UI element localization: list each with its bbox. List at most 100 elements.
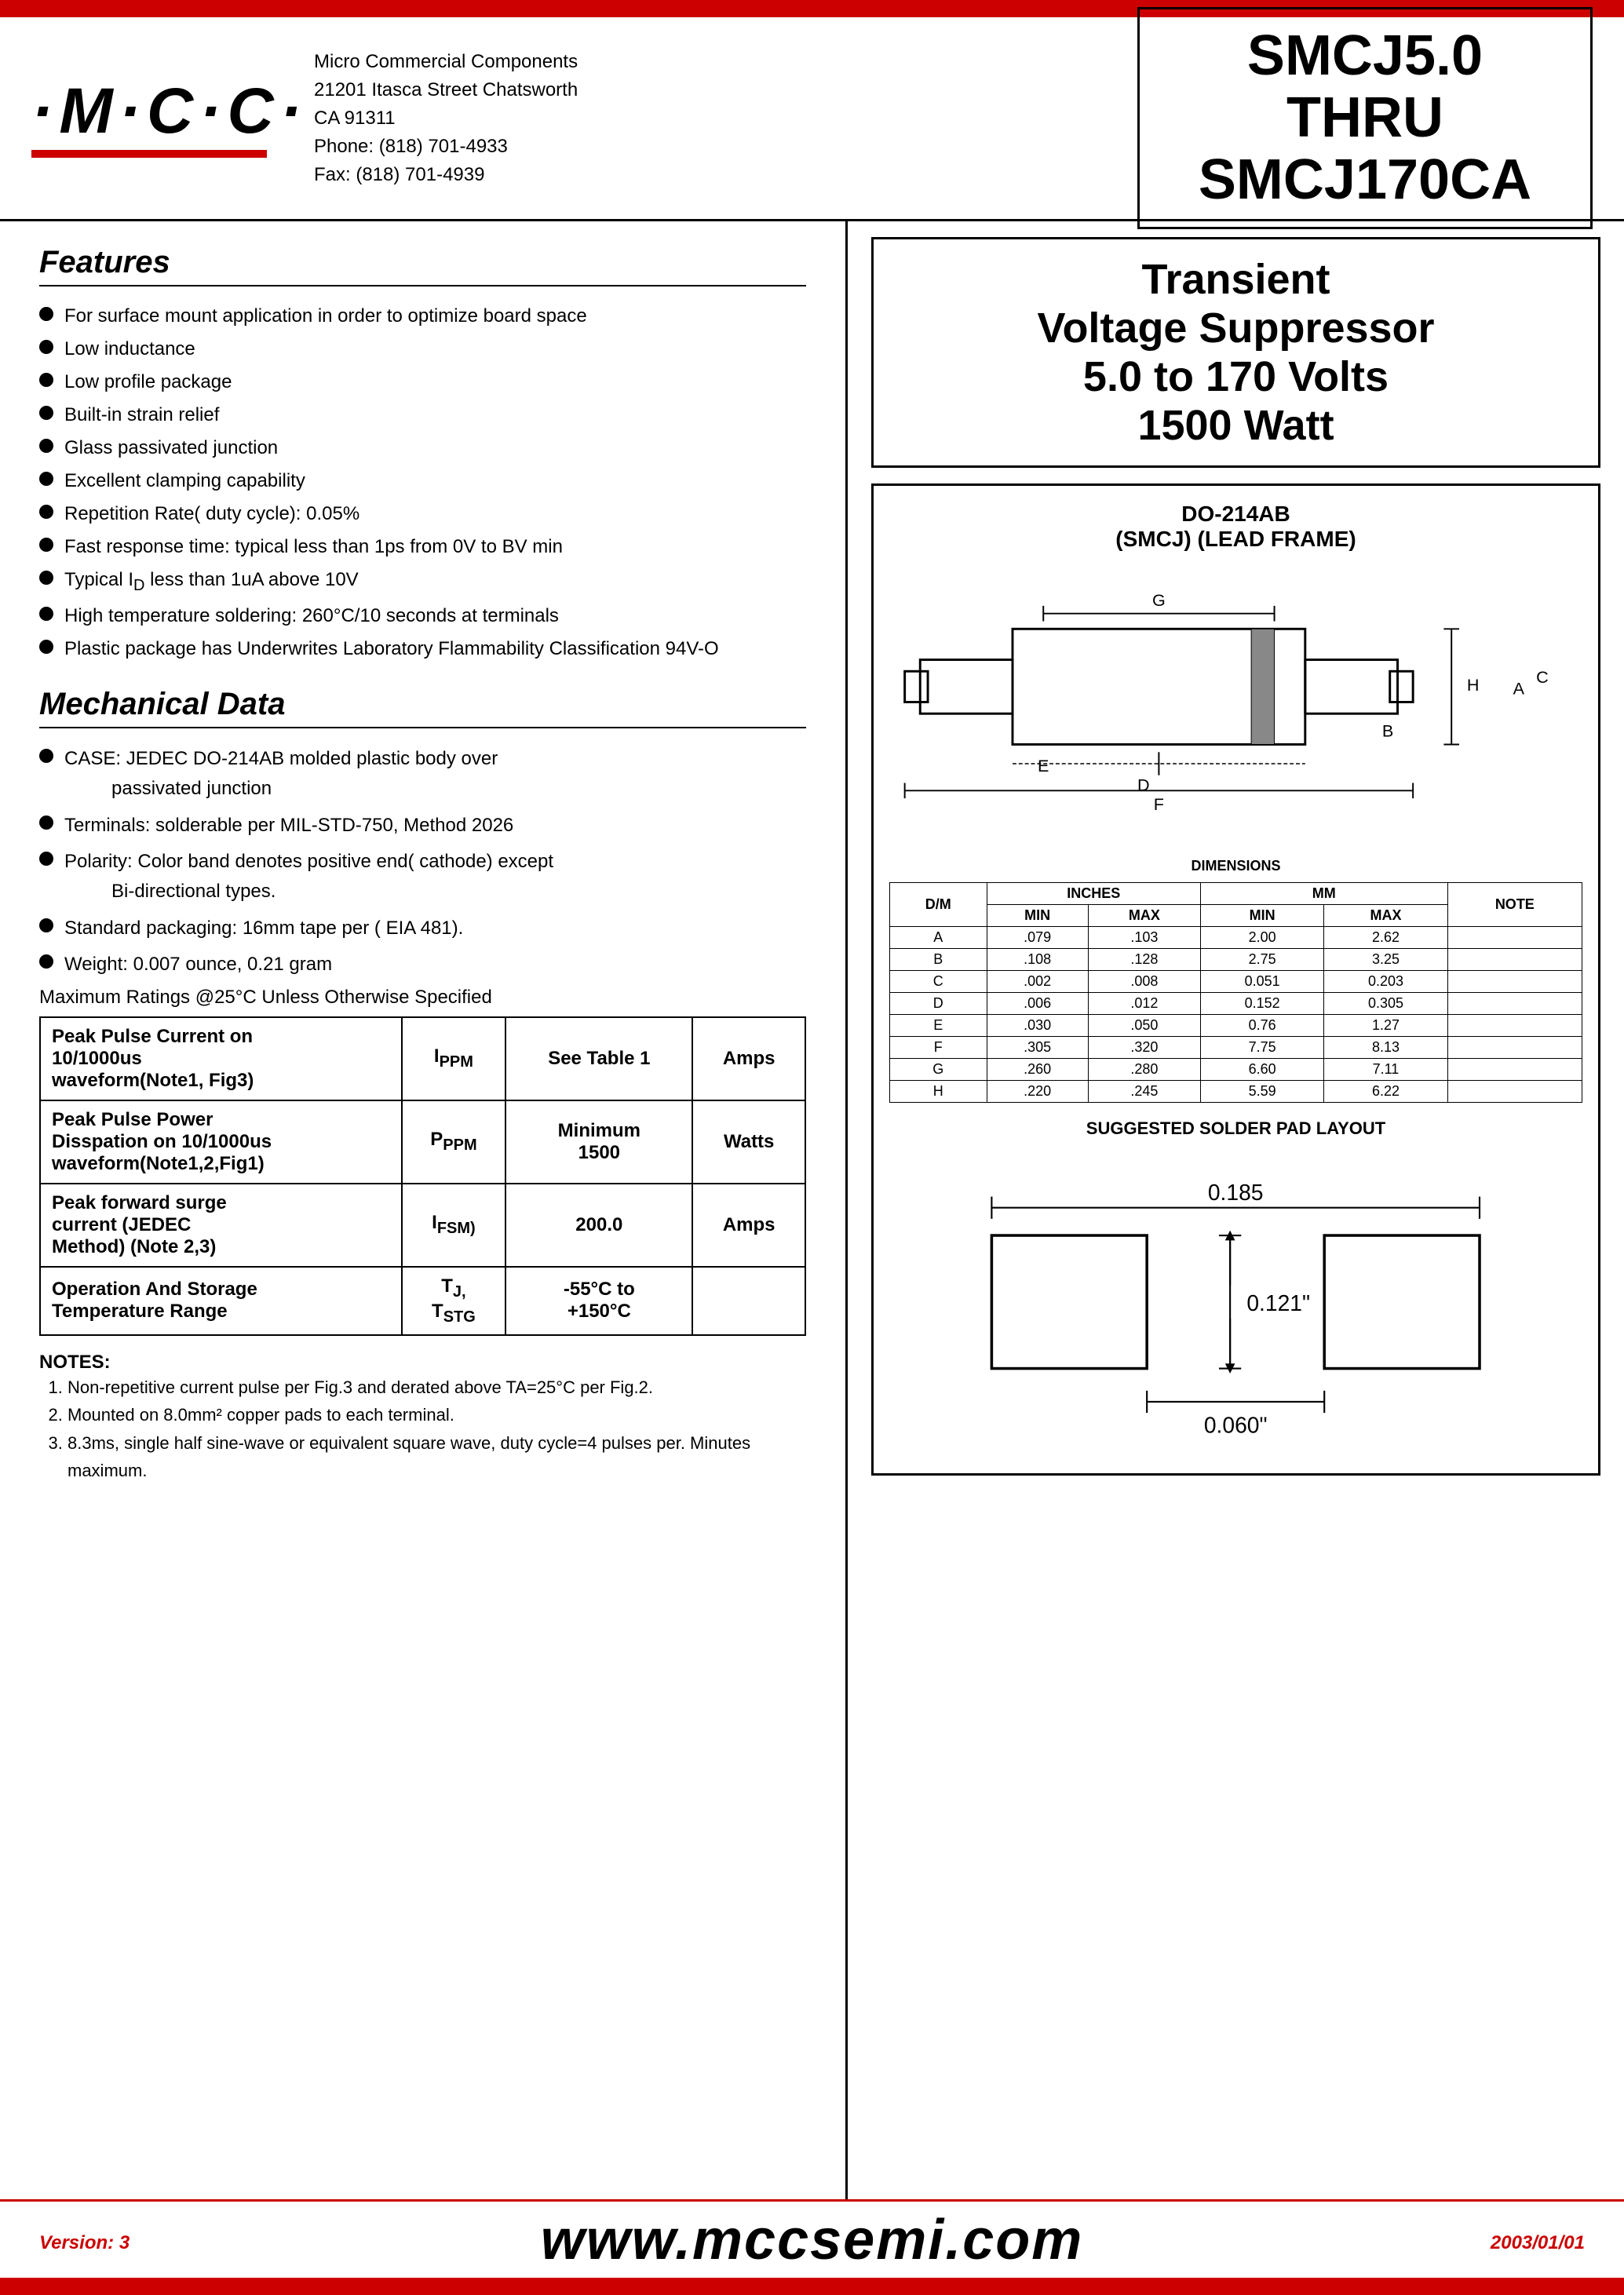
list-item: Low inductance [39,335,806,363]
table-cell: Amps [692,1184,805,1267]
table-cell: .079 [987,927,1088,949]
svg-text:0.185: 0.185 [1208,1180,1264,1205]
version-value: 3 [119,2232,130,2253]
bottom-red-bar [0,2278,1624,2295]
table-cell: 0.152 [1200,993,1323,1015]
svg-text:E: E [1038,756,1049,775]
table-cell: .002 [987,971,1088,993]
svg-text:B: B [1382,721,1393,741]
svg-text:A: A [1513,679,1525,699]
table-cell: D [890,993,987,1015]
company-fax: Fax: (818) 701-4939 [314,161,578,189]
bullet-icon [39,640,53,654]
table-header: MIN [987,905,1088,927]
transient-line4: 1500 Watt [897,401,1575,450]
list-item: High temperature soldering: 260°C/10 sec… [39,602,806,630]
bullet-icon [39,373,53,387]
table-cell [1447,949,1582,971]
list-item: Fast response time: typical less than 1p… [39,533,806,561]
table-cell: .108 [987,949,1088,971]
svg-text:F: F [1154,794,1164,814]
table-cell: 2.75 [1200,949,1323,971]
bullet-icon [39,607,53,621]
table-row: E .030 .050 0.76 1.27 [890,1015,1582,1037]
table-cell: -55°C to+150°C [505,1267,692,1336]
table-cell: PPPM [402,1100,506,1184]
solder-section: SUGGESTED SOLDER PAD LAYOUT 0.185 [889,1118,1582,1458]
table-cell: 0.203 [1324,971,1447,993]
table-cell: .050 [1088,1015,1200,1037]
list-item: Built-in strain relief [39,401,806,429]
transient-line3: 5.0 to 170 Volts [897,352,1575,401]
table-cell: 0.76 [1200,1015,1323,1037]
table-cell: TJ,TSTG [402,1267,506,1336]
transient-line2: Voltage Suppressor [897,304,1575,352]
list-item: Weight: 0.007 ounce, 0.21 gram [39,950,806,980]
table-cell: 7.75 [1200,1037,1323,1059]
table-cell: F [890,1037,987,1059]
table-row: B .108 .128 2.75 3.25 [890,949,1582,971]
table-cell: 1.27 [1324,1015,1447,1037]
table-cell: 6.22 [1324,1081,1447,1103]
bullet-icon [39,472,53,486]
table-row: A .079 .103 2.00 2.62 [890,927,1582,949]
table-cell: IFSM) [402,1184,506,1267]
transient-box: Transient Voltage Suppressor 5.0 to 170 … [871,237,1600,468]
footer-version: Version: 3 [39,2232,130,2254]
table-cell: Watts [692,1100,805,1184]
table-cell [1447,927,1582,949]
table-cell: Peak Pulse Current on10/1000uswaveform(N… [40,1017,402,1100]
transient-title: Transient Voltage Suppressor 5.0 to 170 … [897,255,1575,450]
table-cell: .012 [1088,993,1200,1015]
list-item: Non-repetitive current pulse per Fig.3 a… [68,1374,806,1401]
table-cell: .305 [987,1037,1088,1059]
table-cell: E [890,1015,987,1037]
transient-line1: Transient [897,255,1575,304]
table-cell: Operation And StorageTemperature Range [40,1267,402,1336]
table-row: Peak Pulse PowerDisspation on 10/1000usw… [40,1100,805,1184]
table-cell: .245 [1088,1081,1200,1103]
package-box: DO-214AB (SMCJ) (LEAD FRAME) [871,483,1600,1475]
table-cell: 3.25 [1324,949,1447,971]
table-header: NOTE [1447,883,1582,927]
table-cell: Amps [692,1017,805,1100]
right-panel: Transient Voltage Suppressor 5.0 to 170 … [848,221,1624,2201]
company-address2: CA 91311 [314,104,578,133]
svg-text:H: H [1467,675,1480,695]
table-cell: .103 [1088,927,1200,949]
footer-url: www.mccsemi.com [541,2208,1084,2272]
bullet-icon [39,918,53,932]
package-diagram: G H D A C E B [889,560,1582,852]
solder-diagram: 0.185 0.121" 0.060" [958,1147,1513,1458]
features-list: For surface mount application in order t… [39,302,806,663]
table-cell: 5.59 [1200,1081,1323,1103]
table-row: C .002 .008 0.051 0.203 [890,971,1582,993]
table-header: INCHES [987,883,1200,905]
table-cell: .320 [1088,1037,1200,1059]
table-cell [1447,1015,1582,1037]
bullet-icon [39,571,53,585]
table-cell: 0.305 [1324,993,1447,1015]
table-cell: Minimum1500 [505,1100,692,1184]
table-row: Peak Pulse Current on10/1000uswaveform(N… [40,1017,805,1100]
svg-text:0.121": 0.121" [1247,1290,1311,1315]
solder-title: SUGGESTED SOLDER PAD LAYOUT [889,1118,1582,1139]
table-header: MIN [1200,905,1323,927]
header: ·M·C·C· Micro Commercial Components 2120… [0,17,1624,221]
table-row: Peak forward surgecurrent (JEDECMethod) … [40,1184,805,1267]
bullet-icon [39,749,53,763]
table-header: MAX [1324,905,1447,927]
bullet-icon [39,505,53,519]
table-cell: 2.62 [1324,927,1447,949]
svg-text:C: C [1536,667,1549,687]
notes-section: NOTES: Non-repetitive current pulse per … [39,1352,806,1484]
table-cell: IPPM [402,1017,506,1100]
list-item: For surface mount application in order t… [39,302,806,330]
table-cell: 6.60 [1200,1059,1323,1081]
table-cell: 0.051 [1200,971,1323,993]
table-cell: B [890,949,987,971]
list-item: Terminals: solderable per MIL-STD-750, M… [39,811,806,841]
table-row: D/M INCHES MM NOTE [890,883,1582,905]
company-info: Micro Commercial Components 21201 Itasca… [314,48,578,189]
part-line2: THRU [1171,87,1559,149]
